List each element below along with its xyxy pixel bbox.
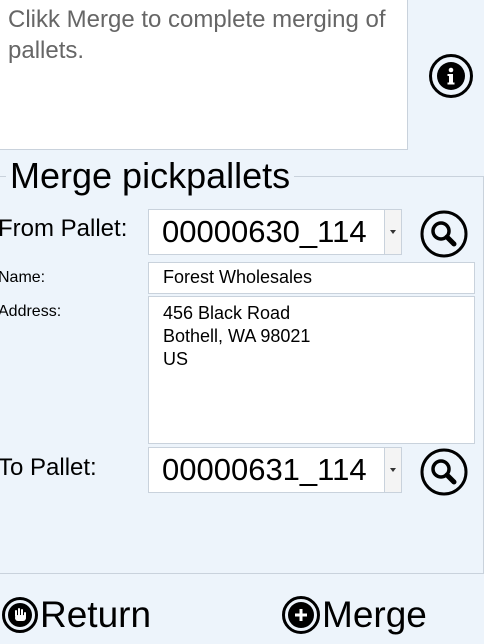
plus-icon (282, 596, 320, 634)
to-pallet-label: To Pallet: (0, 454, 97, 481)
to-pallet-value: 00000631_114 (162, 452, 367, 487)
name-label: Name: (0, 269, 46, 286)
return-button[interactable]: Return (2, 590, 151, 640)
merge-button[interactable]: Merge (282, 590, 427, 640)
address-line-3: US (163, 349, 189, 369)
address-line-1: 456 Black Road (163, 303, 291, 323)
magnifier-icon (420, 448, 468, 496)
info-icon (437, 62, 465, 90)
from-pallet-search-button[interactable] (420, 210, 468, 258)
address-field: 456 Black Road Bothell, WA 98021 US (148, 296, 475, 444)
from-pallet-value: 00000630_114 (162, 214, 367, 249)
to-pallet-combo[interactable]: 00000631_114 (148, 447, 402, 493)
panel-title: Merge pickpallets (6, 153, 295, 199)
return-label: Return (40, 594, 152, 635)
address-line-2: Bothell, WA 98021 (163, 326, 311, 346)
address-label: Address: (0, 303, 62, 320)
hand-stop-icon (2, 597, 38, 633)
message-box: Clikk Merge to complete merging of palle… (0, 0, 408, 150)
to-pallet-search-button[interactable] (420, 448, 468, 496)
from-pallet-combo[interactable]: 00000630_114 (148, 209, 402, 255)
merge-label: Merge (322, 594, 427, 635)
magnifier-icon (420, 210, 468, 258)
chevron-down-icon[interactable] (384, 448, 401, 492)
name-field: Forest Wholesales (148, 262, 475, 294)
chevron-down-icon[interactable] (384, 210, 401, 254)
from-pallet-label: From Pallet: (0, 215, 128, 242)
info-button[interactable] (429, 54, 473, 98)
